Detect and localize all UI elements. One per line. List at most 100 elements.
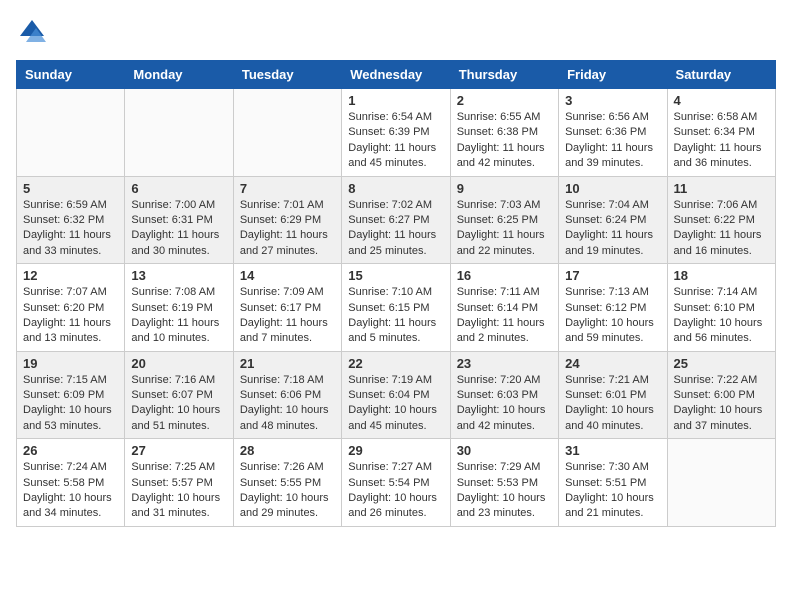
calendar-empty-cell (233, 89, 341, 177)
calendar-day-10: 10 Sunrise: 7:04 AM Sunset: 6:24 PM Dayli… (559, 176, 667, 264)
day-info: Sunrise: 7:26 AM Sunset: 5:55 PM Dayligh… (240, 460, 335, 522)
day-info: Sunrise: 6:58 AM Sunset: 6:34 PM Dayligh… (674, 110, 769, 172)
day-info: Sunrise: 7:14 AM Sunset: 6:10 PM Dayligh… (674, 285, 769, 347)
calendar-header-tuesday: Tuesday (233, 61, 341, 89)
day-info: Sunrise: 7:22 AM Sunset: 6:00 PM Dayligh… (674, 373, 769, 435)
day-number: 31 (565, 443, 660, 458)
day-info: Sunrise: 7:08 AM Sunset: 6:19 PM Dayligh… (131, 285, 226, 347)
day-number: 10 (565, 181, 660, 196)
calendar-week-row: 12 Sunrise: 7:07 AM Sunset: 6:20 PM Dayli… (17, 264, 776, 352)
day-number: 23 (457, 356, 552, 371)
day-number: 25 (674, 356, 769, 371)
day-info: Sunrise: 7:16 AM Sunset: 6:07 PM Dayligh… (131, 373, 226, 435)
calendar-week-row: 19 Sunrise: 7:15 AM Sunset: 6:09 PM Dayli… (17, 351, 776, 439)
day-info: Sunrise: 7:25 AM Sunset: 5:57 PM Dayligh… (131, 460, 226, 522)
day-number: 7 (240, 181, 335, 196)
calendar-day-7: 7 Sunrise: 7:01 AM Sunset: 6:29 PM Daylig… (233, 176, 341, 264)
day-number: 20 (131, 356, 226, 371)
calendar-day-20: 20 Sunrise: 7:16 AM Sunset: 6:07 PM Dayli… (125, 351, 233, 439)
calendar-day-16: 16Sunrise: 7:11 AM Sunset: 6:14 PM Dayli… (450, 264, 558, 352)
calendar-header-wednesday: Wednesday (342, 61, 450, 89)
day-info: Sunrise: 7:01 AM Sunset: 6:29 PM Dayligh… (240, 198, 335, 260)
day-number: 17 (565, 268, 660, 283)
day-number: 5 (23, 181, 118, 196)
calendar-day-13: 13 Sunrise: 7:08 AM Sunset: 6:19 PM Dayli… (125, 264, 233, 352)
day-number: 4 (674, 93, 769, 108)
calendar-day-14: 14 Sunrise: 7:09 AM Sunset: 6:17 PM Dayli… (233, 264, 341, 352)
day-number: 11 (674, 181, 769, 196)
day-number: 13 (131, 268, 226, 283)
day-info: Sunrise: 6:56 AM Sunset: 6:36 PM Dayligh… (565, 110, 660, 172)
calendar-day-30: 30 Sunrise: 7:29 AM Sunset: 5:53 PM Dayli… (450, 439, 558, 527)
day-info: Sunrise: 7:29 AM Sunset: 5:53 PM Dayligh… (457, 460, 552, 522)
calendar-day-24: 24Sunrise: 7:21 AM Sunset: 6:01 PM Dayli… (559, 351, 667, 439)
calendar-header-friday: Friday (559, 61, 667, 89)
calendar-day-9: 9Sunrise: 7:03 AM Sunset: 6:25 PM Daylig… (450, 176, 558, 264)
day-number: 27 (131, 443, 226, 458)
day-number: 1 (348, 93, 443, 108)
calendar-table: SundayMondayTuesdayWednesdayThursdayFrid… (16, 60, 776, 527)
calendar-week-row: 1 Sunrise: 6:54 AM Sunset: 6:39 PM Daylig… (17, 89, 776, 177)
day-info: Sunrise: 7:24 AM Sunset: 5:58 PM Dayligh… (23, 460, 118, 522)
day-number: 19 (23, 356, 118, 371)
day-info: Sunrise: 7:30 AM Sunset: 5:51 PM Dayligh… (565, 460, 660, 522)
day-info: Sunrise: 7:10 AM Sunset: 6:15 PM Dayligh… (348, 285, 443, 347)
calendar-day-3: 3 Sunrise: 6:56 AM Sunset: 6:36 PM Daylig… (559, 89, 667, 177)
calendar-day-25: 25 Sunrise: 7:22 AM Sunset: 6:00 PM Dayli… (667, 351, 775, 439)
day-number: 24 (565, 356, 660, 371)
day-number: 21 (240, 356, 335, 371)
day-info: Sunrise: 6:54 AM Sunset: 6:39 PM Dayligh… (348, 110, 443, 172)
day-info: Sunrise: 7:04 AM Sunset: 6:24 PM Dayligh… (565, 198, 660, 260)
day-number: 8 (348, 181, 443, 196)
day-info: Sunrise: 7:02 AM Sunset: 6:27 PM Dayligh… (348, 198, 443, 260)
day-number: 12 (23, 268, 118, 283)
day-info: Sunrise: 7:20 AM Sunset: 6:03 PM Dayligh… (457, 373, 552, 435)
day-info: Sunrise: 7:00 AM Sunset: 6:31 PM Dayligh… (131, 198, 226, 260)
calendar-day-2: 2 Sunrise: 6:55 AM Sunset: 6:38 PM Daylig… (450, 89, 558, 177)
calendar-header-thursday: Thursday (450, 61, 558, 89)
day-number: 6 (131, 181, 226, 196)
day-info: Sunrise: 7:09 AM Sunset: 6:17 PM Dayligh… (240, 285, 335, 347)
calendar-day-11: 11 Sunrise: 7:06 AM Sunset: 6:22 PM Dayli… (667, 176, 775, 264)
logo-icon (16, 16, 48, 48)
day-info: Sunrise: 7:11 AM Sunset: 6:14 PM Dayligh… (457, 285, 552, 347)
calendar-day-27: 27 Sunrise: 7:25 AM Sunset: 5:57 PM Dayli… (125, 439, 233, 527)
calendar-header-sunday: Sunday (17, 61, 125, 89)
day-number: 3 (565, 93, 660, 108)
calendar-day-22: 22Sunrise: 7:19 AM Sunset: 6:04 PM Dayli… (342, 351, 450, 439)
day-number: 26 (23, 443, 118, 458)
calendar-day-5: 5 Sunrise: 6:59 AM Sunset: 6:32 PM Daylig… (17, 176, 125, 264)
day-number: 14 (240, 268, 335, 283)
calendar-day-18: 18 Sunrise: 7:14 AM Sunset: 6:10 PM Dayli… (667, 264, 775, 352)
calendar-header-row: SundayMondayTuesdayWednesdayThursdayFrid… (17, 61, 776, 89)
calendar-empty-cell (667, 439, 775, 527)
day-info: Sunrise: 7:06 AM Sunset: 6:22 PM Dayligh… (674, 198, 769, 260)
calendar-day-26: 26 Sunrise: 7:24 AM Sunset: 5:58 PM Dayli… (17, 439, 125, 527)
day-number: 9 (457, 181, 552, 196)
day-number: 29 (348, 443, 443, 458)
day-number: 2 (457, 93, 552, 108)
calendar-week-row: 26 Sunrise: 7:24 AM Sunset: 5:58 PM Dayli… (17, 439, 776, 527)
calendar-week-row: 5 Sunrise: 6:59 AM Sunset: 6:32 PM Daylig… (17, 176, 776, 264)
calendar-empty-cell (125, 89, 233, 177)
calendar-day-1: 1 Sunrise: 6:54 AM Sunset: 6:39 PM Daylig… (342, 89, 450, 177)
calendar-day-15: 15 Sunrise: 7:10 AM Sunset: 6:15 PM Dayli… (342, 264, 450, 352)
calendar-day-17: 17 Sunrise: 7:13 AM Sunset: 6:12 PM Dayli… (559, 264, 667, 352)
calendar-day-12: 12 Sunrise: 7:07 AM Sunset: 6:20 PM Dayli… (17, 264, 125, 352)
calendar-empty-cell (17, 89, 125, 177)
day-number: 15 (348, 268, 443, 283)
day-info: Sunrise: 6:59 AM Sunset: 6:32 PM Dayligh… (23, 198, 118, 260)
page-header (16, 16, 776, 48)
day-number: 18 (674, 268, 769, 283)
day-info: Sunrise: 7:18 AM Sunset: 6:06 PM Dayligh… (240, 373, 335, 435)
day-info: Sunrise: 6:55 AM Sunset: 6:38 PM Dayligh… (457, 110, 552, 172)
calendar-day-23: 23 Sunrise: 7:20 AM Sunset: 6:03 PM Dayli… (450, 351, 558, 439)
day-info: Sunrise: 7:07 AM Sunset: 6:20 PM Dayligh… (23, 285, 118, 347)
calendar-day-4: 4 Sunrise: 6:58 AM Sunset: 6:34 PM Daylig… (667, 89, 775, 177)
day-info: Sunrise: 7:27 AM Sunset: 5:54 PM Dayligh… (348, 460, 443, 522)
day-number: 30 (457, 443, 552, 458)
day-info: Sunrise: 7:15 AM Sunset: 6:09 PM Dayligh… (23, 373, 118, 435)
calendar-day-29: 29 Sunrise: 7:27 AM Sunset: 5:54 PM Dayli… (342, 439, 450, 527)
calendar-header-saturday: Saturday (667, 61, 775, 89)
day-info: Sunrise: 7:13 AM Sunset: 6:12 PM Dayligh… (565, 285, 660, 347)
